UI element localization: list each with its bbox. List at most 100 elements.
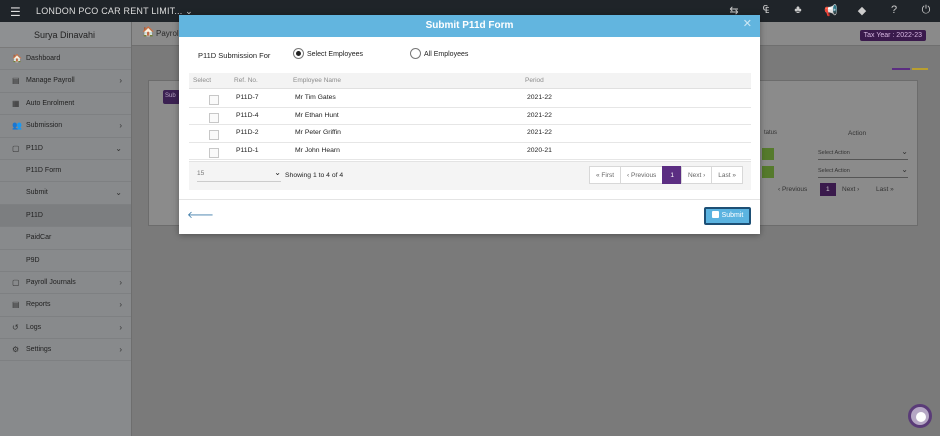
column-header-select[interactable]: Select — [193, 73, 211, 89]
background-pager-last: Last » — [876, 186, 894, 193]
pager-last-button[interactable]: Last » — [711, 166, 743, 184]
sidebar-item-p11d-form[interactable]: P11D Form — [0, 160, 131, 183]
row-checkbox[interactable] — [209, 130, 219, 140]
journal-icon: ▢ — [12, 277, 20, 287]
report-icon: ▤ — [12, 300, 20, 310]
sidebar-item-dashboard[interactable]: 🏠 Dashboard — [0, 48, 131, 71]
gear-icon: ⚙ — [12, 345, 20, 355]
back-arrow-icon[interactable]: 🡐 — [187, 209, 214, 221]
table-row[interactable]: P11D-2 Mr Peter Griffin 2021-22 — [189, 125, 751, 143]
column-header-period[interactable]: Period — [525, 73, 544, 89]
sidebar-item-submission[interactable]: 👥 Submission › — [0, 115, 131, 138]
cell-ref-no: P11D-4 — [236, 111, 259, 119]
submit-button-label: Submit — [721, 212, 744, 219]
sidebar-item-label: Manage Payroll — [26, 77, 75, 85]
help-icon[interactable]: ? — [888, 4, 900, 17]
radio-all-employees-label[interactable]: All Employees — [424, 51, 468, 58]
sidebar-item-label: Payroll Journals — [26, 278, 76, 286]
sidebar-item-label: PaidCar — [26, 234, 52, 242]
page-size-select[interactable]: 15 ⌄ — [197, 168, 281, 182]
chevron-down-icon: ⌄ — [115, 143, 122, 153]
background-pager-next: Next › — [842, 186, 860, 193]
sidebar-item-submit[interactable]: Submit ⌄ — [0, 182, 131, 205]
sidebar-item-label: Logs — [26, 323, 42, 331]
showing-count: Showing 1 to 4 of 4 — [285, 172, 344, 179]
copy-icon: ▢ — [12, 143, 20, 153]
employees-table: Select Ref. No. Employee Name Period P11… — [189, 73, 751, 191]
users-icon: 👥 — [12, 121, 22, 131]
sidebar-item-reports[interactable]: ▤ Reports › — [0, 294, 131, 317]
background-action-header: Action — [848, 130, 867, 137]
modal-title: Submit P11d Form — [425, 20, 514, 31]
sidebar-item-submit-p11d[interactable]: P11D — [0, 204, 131, 228]
sidebar-item-label: P11D — [26, 211, 43, 219]
grid-icon: ▦ — [12, 98, 20, 108]
sidebar-item-p9d[interactable]: P9D — [0, 250, 131, 272]
list-icon: ▤ — [12, 76, 20, 86]
sidebar-item-manage-payroll[interactable]: ▤ Manage Payroll › — [0, 70, 131, 93]
radio-all-employees[interactable] — [410, 48, 421, 59]
page-size-value: 15 — [197, 170, 205, 177]
chevron-right-icon: › — [119, 322, 122, 332]
background-pager-current: 1 — [820, 183, 836, 196]
radio-select-employees-label[interactable]: Select Employees — [307, 51, 363, 58]
home-icon: 🏠 — [12, 54, 22, 63]
table-row[interactable]: P11D-4 Mr Ethan Hunt 2021-22 — [189, 107, 751, 125]
save-icon — [711, 211, 719, 218]
sidebar-item-label: P11D Form — [26, 166, 62, 174]
sidebar-item-settings[interactable]: ⚙ Settings › — [0, 339, 131, 362]
sidebar-item-p11d[interactable]: ▢ P11D ⌄ — [0, 138, 131, 160]
row-checkbox[interactable] — [209, 147, 219, 158]
row-checkbox[interactable] — [209, 95, 219, 105]
history-icon: ↺ — [12, 322, 19, 332]
cell-employee-name: Mr John Hearn — [295, 146, 340, 154]
column-header-employee-name[interactable]: Employee Name — [293, 73, 341, 89]
pager-first-button[interactable]: « First — [588, 166, 622, 184]
tag-icon[interactable]: ◆ — [856, 4, 868, 17]
chevron-down-icon: ⌄ — [274, 168, 281, 177]
status-indicator — [762, 166, 774, 178]
chevron-right-icon: › — [119, 345, 122, 355]
power-icon[interactable]: ⏻ — [920, 4, 932, 17]
accent-bar-gold — [912, 68, 928, 70]
home-icon[interactable]: 🏠 — [142, 27, 154, 38]
pager-next-button[interactable]: Next › — [680, 166, 713, 184]
submit-button[interactable]: Submit — [704, 207, 751, 225]
sidebar-item-logs[interactable]: ↺ Logs › — [0, 317, 131, 340]
cell-period: 2021-22 — [527, 129, 552, 136]
sidebar-item-paidcar[interactable]: PaidCar — [0, 227, 131, 250]
table-row[interactable]: P11D-7 Mr Tim Gates 2021-22 — [189, 90, 751, 108]
accent-bar-purple — [892, 68, 910, 70]
cell-period: 2021-22 — [527, 111, 552, 119]
table-row[interactable]: P11D-1 Mr John Hearn 2020-21 — [189, 142, 751, 160]
select-action-label: Select Action — [818, 168, 850, 174]
status-indicator — [762, 148, 774, 160]
submission-for-label: P11D Submission For — [198, 51, 271, 60]
hamburger-menu-icon[interactable]: ☰ — [10, 5, 21, 19]
sidebar-item-label: P11D — [26, 144, 43, 152]
breadcrumb-payroll[interactable]: Payrol — [156, 29, 179, 38]
tax-year-badge: Tax Year : 2022-23 — [859, 30, 926, 41]
pager-previous-button[interactable]: ‹ Previous — [620, 166, 664, 184]
cell-ref-no: P11D-2 — [236, 129, 259, 136]
row-checkbox[interactable] — [209, 112, 219, 123]
close-icon[interactable]: ✕ — [743, 17, 752, 30]
radio-select-employees[interactable] — [293, 48, 304, 59]
submit-p11d-modal: Submit P11d Form ✕ P11D Submission For S… — [179, 15, 760, 234]
sidebar-item-label: Submission — [26, 122, 63, 130]
chat-widget-button[interactable] — [908, 404, 932, 428]
background-select-action: Select Action ⌄ — [818, 165, 908, 178]
sidebar-item-auto-enrolment[interactable]: ▦ Auto Enrolment — [0, 93, 131, 116]
company-selector[interactable]: LONDON PCO CAR RENT LIMIT... ⌄ — [36, 6, 193, 17]
cell-employee-name: Mr Ethan Hunt — [295, 111, 339, 119]
pager-page-1-button[interactable]: 1 — [662, 166, 682, 184]
column-header-ref-no[interactable]: Ref. No. — [234, 73, 258, 89]
sidebar-item-label: Settings — [26, 346, 52, 354]
currency-icon[interactable]: ₠ — [760, 4, 772, 17]
chevron-right-icon: › — [119, 277, 122, 287]
club-icon[interactable]: ♣ — [792, 4, 804, 17]
background-select-action: Select Action ⌄ — [818, 147, 908, 160]
announcement-icon[interactable]: 📢 — [824, 4, 838, 17]
sidebar-item-payroll-journals[interactable]: ▢ Payroll Journals › — [0, 272, 131, 295]
table-header — [189, 73, 751, 89]
